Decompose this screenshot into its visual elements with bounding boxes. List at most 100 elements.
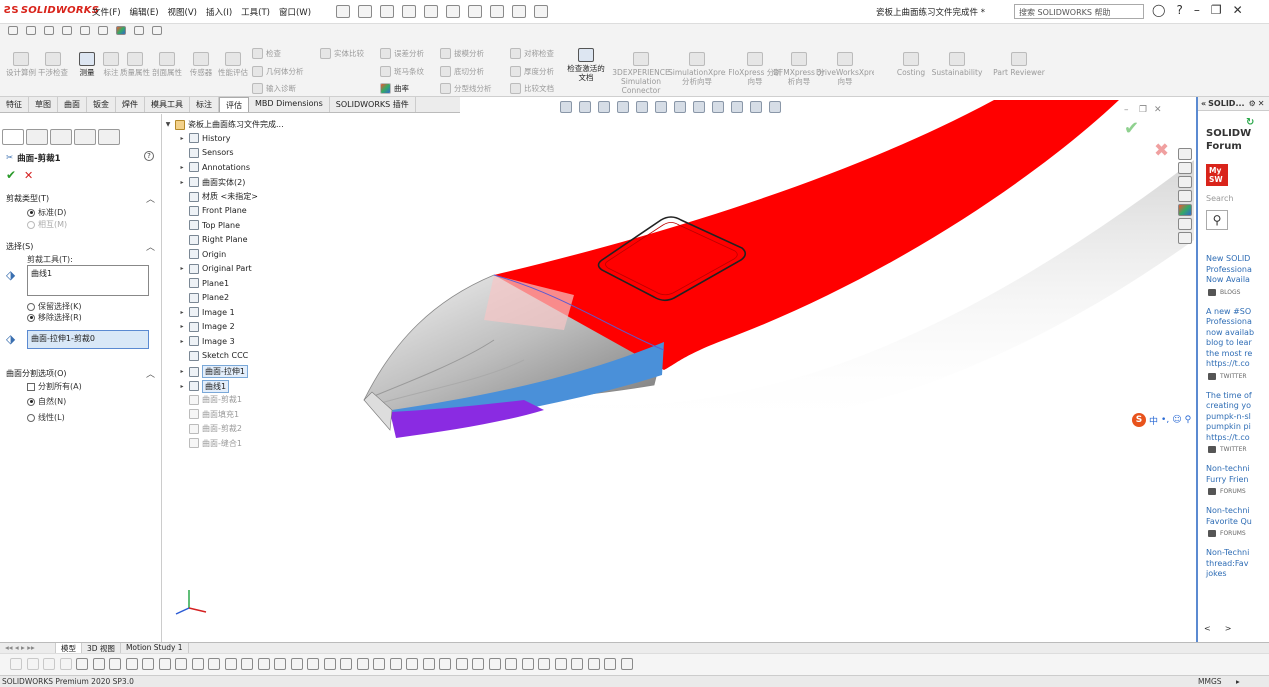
bottom-tab[interactable]: 模型 [56,643,82,653]
sketch-tool-icon[interactable] [571,658,583,670]
cancel-x-icon[interactable]: ✕ [24,169,33,182]
expand-arrow-icon[interactable]: ▸ [178,368,186,375]
tree-node[interactable]: 曲面-缝合1 [178,438,242,449]
refresh-icon[interactable]: ↻ [1246,117,1254,128]
help-icon[interactable]: ? [1176,3,1182,17]
ime-emoji-icon[interactable]: ☺ [1172,415,1181,425]
command-button[interactable]: 厚度分析 [510,66,554,77]
sketch-tool-icon[interactable] [59,658,72,670]
tab-navigation-arrows[interactable]: ◂◂ ◂ ▸ ▸▸ [0,643,56,653]
view-palette-icon[interactable] [1178,190,1192,202]
tree-node[interactable]: 曲面-剪裁2 [178,423,242,434]
menu-item[interactable]: 窗口(W) [279,6,311,18]
sketch-tool-icon[interactable] [323,658,336,670]
custom-properties-icon[interactable] [1178,218,1192,230]
ime-mode-label[interactable]: 中 [1149,414,1158,427]
toolbar-icon[interactable] [62,26,72,35]
sketch-tool-icon[interactable] [175,658,187,670]
command-button[interactable]: 传感器 [186,52,216,77]
bottom-tab[interactable]: Motion Study 1 [121,643,189,653]
radio-option[interactable]: 相互(M) [27,219,67,230]
feed-text[interactable]: The time of [1206,391,1252,401]
expand-arrow-icon[interactable]: ▸ [178,179,186,186]
sketch-tool-icon[interactable] [142,658,154,670]
tree-node[interactable]: Plane1 [178,278,229,288]
feed-text[interactable]: New SOLID [1206,254,1250,264]
tree-node[interactable]: ▸ Image 1 [178,307,235,317]
collapse-chevron-icon[interactable]: ︿ [146,240,155,253]
expand-arrow-icon[interactable]: ▸ [178,383,186,390]
feed-text[interactable]: Favorite Qu [1206,517,1252,527]
ime-toolbar[interactable]: S 中 •, ☺ ⚲ ▦ ⚙ ▤ [1132,413,1194,427]
expand-arrow-icon[interactable]: ▸ [178,265,186,272]
feed-text[interactable]: Professiona [1206,265,1252,275]
sketch-tool-icon[interactable] [208,658,220,670]
menu-item[interactable]: 视图(V) [168,6,197,18]
feed-text[interactable]: creating yo [1206,401,1251,411]
toolbar-icon[interactable] [8,26,18,35]
close-icon[interactable]: ✕ [1258,99,1265,108]
radio-button[interactable] [27,208,35,217]
feed-text[interactable]: pumpk-n-sl [1206,412,1251,422]
sketch-tool-icon[interactable] [26,658,39,670]
tab[interactable]: 钣金 [87,97,116,112]
forum-search-input[interactable]: Search [1206,194,1269,205]
feed-text[interactable]: thread:Fav [1206,559,1248,569]
sketch-tool-icon[interactable] [241,658,253,670]
ime-voice-icon[interactable]: ⚲ [1185,415,1192,425]
feed-text[interactable]: Now Availa [1206,275,1250,285]
feed-text[interactable]: Professiona [1206,317,1252,327]
sketch-tool-icon[interactable] [290,658,303,670]
radio-button[interactable] [27,302,35,311]
tree-node[interactable]: ▸ Image 3 [178,336,235,346]
radio-option[interactable]: 保留选择(K) [27,301,82,312]
file-properties-icon[interactable] [512,5,526,18]
tree-node[interactable]: ▸ 曲面-拉伸1 [178,365,248,378]
sogou-ime-icon[interactable]: S [1132,413,1146,427]
sketch-tool-icon[interactable] [76,658,88,670]
trim-type-header[interactable]: 剪裁类型(T) [6,193,49,204]
bottom-tab[interactable]: 3D 视图 [82,643,121,653]
options-gear-icon[interactable] [534,5,548,18]
command-button[interactable]: 对称检查 [510,48,554,59]
sketch-tool-icon[interactable] [587,658,600,670]
sketch-tool-icon[interactable] [125,658,138,670]
configuration-manager-tab[interactable] [50,129,72,145]
command-button[interactable]: 剖面属性 [152,52,182,77]
split-options-header[interactable]: 曲面分割选项(O) [6,368,67,379]
tree-node[interactable]: Plane2 [178,292,229,303]
help-search-input[interactable]: 搜索 SOLIDWORKS 帮助 [1014,4,1144,19]
tree-node[interactable]: Origin [178,249,226,259]
sketch-tool-icon[interactable] [620,658,633,670]
toolbar-icon[interactable] [98,26,108,35]
radio-button[interactable] [27,413,35,422]
mysolidworks-logo[interactable]: My SW [1206,164,1228,186]
feature-manager-tab[interactable] [2,129,24,145]
appearance-icon[interactable] [116,26,126,35]
addin-button[interactable]: DriveWorksXpress 向导 [816,52,874,86]
addin-button[interactable]: Part Reviewer [990,52,1048,77]
tree-node[interactable]: Right Plane [178,234,248,245]
collapse-chevron-icon[interactable]: ︿ [146,192,155,205]
dimxpert-tab[interactable] [74,129,96,145]
sketch-tool-icon[interactable] [505,658,517,670]
toolbar-icon[interactable] [134,26,144,35]
menu-item[interactable]: 插入(I) [206,6,232,18]
viewport-close-icon[interactable]: ✕ [1154,105,1162,115]
ok-check-icon[interactable]: ✔ [6,168,16,182]
pieces-listbox[interactable]: 曲面-拉伸1-剪裁0 [27,330,149,349]
tree-node[interactable]: ▸ 曲线1 [178,379,230,393]
tree-node[interactable]: ▸ Image 2 [178,321,235,332]
tree-node[interactable]: 曲面填充1 [178,409,239,420]
open-icon[interactable] [380,5,394,18]
feed-text[interactable]: Non-techni [1206,506,1250,516]
sketch-tool-icon[interactable] [224,658,237,670]
search-icon[interactable]: ⚲ [1206,210,1228,230]
sketch-tool-icon[interactable] [43,658,55,670]
radio-option[interactable]: 标准(D) [27,207,66,218]
command-button[interactable]: 实体比较 [320,48,364,59]
sketch-tool-icon[interactable] [472,658,484,670]
sketch-tool-icon[interactable] [340,658,352,670]
radio-button[interactable] [27,397,35,406]
tab[interactable]: 焊件 [116,97,145,112]
